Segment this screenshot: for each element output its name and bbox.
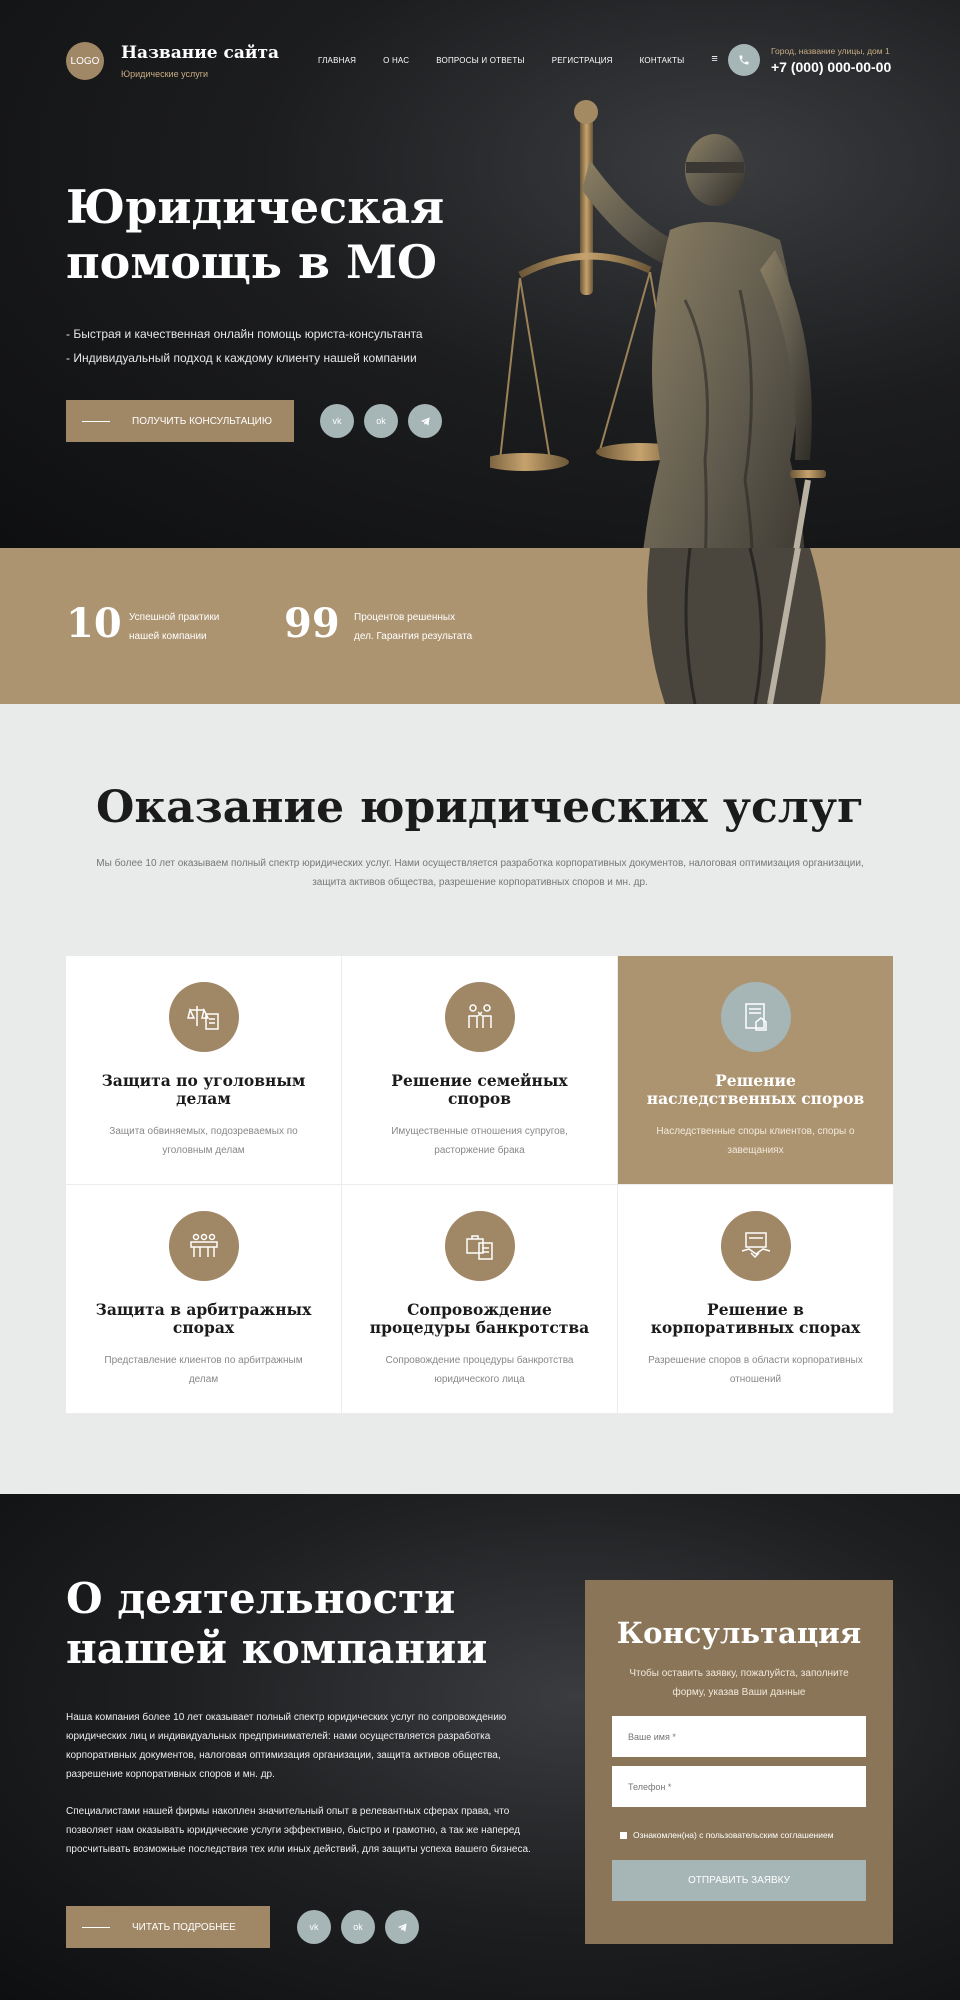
stat-text: Процентов решенных дел. Гарантия результ… (354, 608, 472, 646)
logo[interactable]: LOGO (66, 42, 104, 80)
statue-lower-image (647, 548, 826, 704)
stats-band: 10 Успешной практики нашей компании 99 П… (0, 548, 960, 704)
telegram-icon[interactable] (408, 404, 442, 438)
service-title: Решение семейных споров (391, 1071, 568, 1108)
phone-number[interactable]: +7 (000) 000-00-00 (771, 59, 891, 75)
stat-line: Успешной практики (129, 612, 220, 623)
service-card[interactable]: Решение семейных споров Имущественные от… (342, 956, 618, 1185)
phone-icon[interactable] (728, 44, 760, 76)
service-text: Защита обвиняемых, подозреваемых по угол… (109, 1126, 298, 1156)
services-description: Мы более 10 лет оказываем полный спектр … (96, 858, 864, 888)
address: Город, название улицы, дом 1 (771, 46, 890, 56)
nav-faq[interactable]: Вопросы и ответы (436, 56, 524, 65)
family-dispute-icon (444, 982, 515, 1052)
phone-input[interactable] (612, 1766, 866, 1807)
services-section: Оказание юридических услуг Мы более 10 л… (0, 704, 960, 1494)
nav-registration[interactable]: Регистрация (552, 56, 613, 65)
about-title: О деятельности нашей компании (66, 1574, 488, 1674)
get-consultation-button[interactable]: Получить консультацию (66, 400, 294, 442)
nav-home[interactable]: Главная (318, 56, 356, 65)
about-social: vk ok (297, 1910, 419, 1944)
telegram-icon[interactable] (385, 1910, 419, 1944)
service-title: Решение в корпоративных спорах (650, 1300, 861, 1337)
odnoklassniki-icon[interactable]: ok (364, 404, 398, 438)
themis-statue-image (490, 100, 826, 548)
button-label: Читать подробнее (132, 1921, 236, 1933)
about-paragraph: Наша компания более 10 лет оказывает пол… (66, 1712, 507, 1780)
stat-line: Процентов решенных (354, 612, 456, 623)
service-title: Решение наследственных споров (646, 1071, 865, 1108)
stat-number: 99 (284, 600, 340, 647)
about-section: О деятельности нашей компании Наша компа… (0, 1494, 960, 2000)
odnoklassniki-icon[interactable]: ok (341, 1910, 375, 1944)
submit-button[interactable]: Отправить заявку (612, 1860, 866, 1901)
service-text: Имущественные отношения супругов, растор… (391, 1126, 568, 1156)
menu-icon[interactable]: ≡ (711, 53, 718, 65)
scales-document-icon (168, 982, 239, 1052)
handshake-icon (720, 1211, 791, 1281)
site-subtitle: Юридические услуги (121, 69, 209, 79)
service-card[interactable]: Решение наследственных споров Наследстве… (618, 956, 894, 1185)
form-subtitle: Чтобы оставить заявку, пожалуйста, запол… (629, 1668, 849, 1698)
service-title: Защита по уголовным делам (101, 1071, 306, 1108)
agreement-checkbox[interactable]: Ознакомлен(на) с пользовательским соглаш… (620, 1830, 834, 1840)
service-card[interactable]: Решение в корпоративных спорах Разрешени… (618, 1185, 894, 1414)
hero-bullet: - Индивидуальный подход к каждому клиент… (66, 351, 417, 365)
service-text: Представление клиентов по арбитражным де… (104, 1355, 303, 1385)
service-title: Защита в арбитражных спорах (95, 1300, 312, 1337)
vk-icon[interactable]: vk (320, 404, 354, 438)
vk-icon[interactable]: vk (297, 1910, 331, 1944)
name-input[interactable] (612, 1716, 866, 1757)
stat-number: 10 (66, 600, 122, 647)
service-card[interactable]: Защита в арбитражных спорах Представлени… (66, 1185, 342, 1414)
service-title: Сопровождение процедуры банкротства (369, 1300, 590, 1337)
briefcase-document-icon (444, 1211, 515, 1281)
about-paragraph: Специалистами нашей фирмы накоплен значи… (66, 1806, 531, 1855)
site-title[interactable]: Название сайта (121, 43, 279, 63)
nav-about[interactable]: О нас (383, 56, 409, 65)
service-text: Наследственные споры клиентов, споры о з… (656, 1126, 855, 1156)
form-title: Консультация (616, 1616, 862, 1650)
stat-line: нашей компании (129, 631, 207, 642)
stat-line: дел. Гарантия результата (354, 631, 473, 642)
service-text: Разрешение споров в области корпоративны… (648, 1355, 863, 1385)
checkbox-box[interactable] (620, 1831, 627, 1839)
agreement-label: Ознакомлен(на) с пользовательским соглаш… (633, 1830, 834, 1840)
main-nav: Главная О нас Вопросы и ответы Регистрац… (318, 53, 745, 65)
services-title: Оказание юридических услуг (96, 782, 864, 833)
button-line-decoration (82, 1926, 110, 1928)
hero-section: LOGO Название сайта Юридические услуги Г… (0, 0, 960, 548)
button-line-decoration (82, 420, 110, 422)
service-text: Сопровождение процедуры банкротства юрид… (385, 1355, 574, 1385)
button-label: Получить консультацию (132, 415, 272, 427)
hero-bullet: - Быстрая и качественная онлайн помощь ю… (66, 327, 423, 341)
service-card[interactable]: Защита по уголовным делам Защита обвиняе… (66, 956, 342, 1185)
services-grid: Защита по уголовным делам Защита обвиняе… (66, 956, 894, 1414)
read-more-button[interactable]: Читать подробнее (66, 1906, 270, 1948)
inheritance-document-icon (720, 982, 791, 1052)
arbitration-court-icon (168, 1211, 239, 1281)
hero-bullets: - Быстрая и качественная онлайн помощь ю… (66, 322, 423, 370)
consultation-form: Консультация Чтобы оставить заявку, пожа… (585, 1580, 893, 1944)
hero-social: vk ok (320, 404, 442, 438)
service-card[interactable]: Сопровождение процедуры банкротства Сопр… (342, 1185, 618, 1414)
nav-contacts[interactable]: Контакты (640, 56, 685, 65)
site-header: LOGO Название сайта Юридические услуги Г… (0, 0, 960, 122)
hero-title: Юридическая помощь в МО (66, 180, 445, 290)
stat-text: Успешной практики нашей компании (129, 608, 219, 646)
